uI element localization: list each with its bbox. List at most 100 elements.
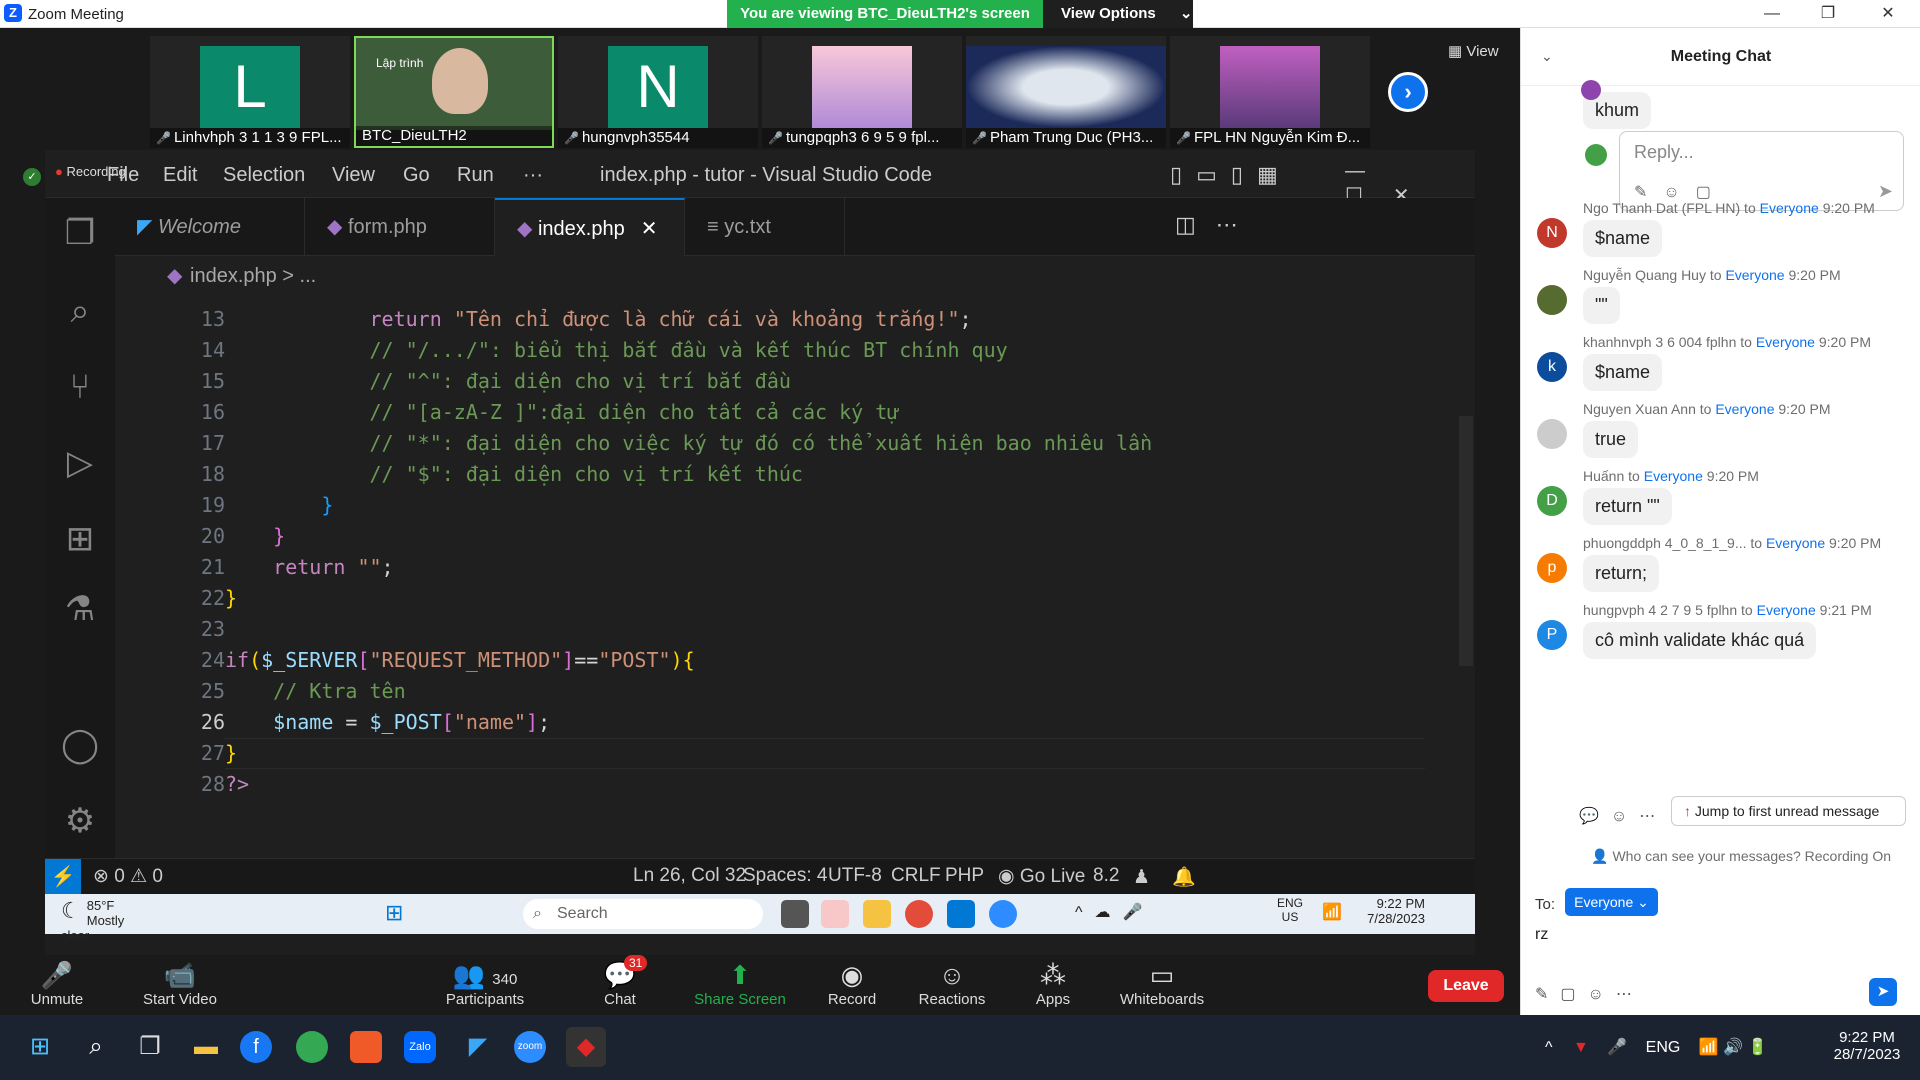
app-icon[interactable] [350, 1031, 382, 1063]
message-actions[interactable]: 💬☺⋯ [1579, 806, 1667, 826]
tab-form-php[interactable]: ◆ form.php [305, 198, 495, 256]
participant-tile[interactable]: N 🎤 hungnvph35544 [558, 36, 758, 148]
avatar[interactable] [1537, 419, 1567, 449]
maximize-button[interactable]: ❐ [1808, 2, 1848, 26]
share-label: Share Screen [694, 991, 786, 1008]
start-video-button[interactable]: 📹 Start Video [130, 959, 230, 1008]
minimap[interactable] [1365, 296, 1475, 376]
zalo-icon[interactable]: Zalo [404, 1031, 436, 1063]
vscode-icon[interactable]: ◤ [458, 1027, 498, 1067]
search-icon[interactable]: ⌕ [53, 284, 107, 338]
reply-input[interactable]: Reply... ✎☺▢ ➤ [1619, 131, 1904, 211]
recipient[interactable]: Everyone [1757, 602, 1816, 618]
php-version[interactable]: 8.2 [1093, 865, 1119, 887]
participant-tile[interactable]: 🎤 FPL HN Nguyễn Kim Đ... [1170, 36, 1370, 148]
avatar[interactable]: D [1537, 486, 1567, 516]
app-icon[interactable] [296, 1031, 328, 1063]
split-editor-icon[interactable]: ◫⋯ [1175, 212, 1258, 238]
privacy-notice[interactable]: 👤 Who can see your messages? Recording On [1521, 841, 1920, 871]
tab-yc-txt[interactable]: ≡ yc.txt [685, 198, 845, 256]
jump-to-unread-button[interactable]: ↑ Jump to first unread message [1671, 796, 1906, 826]
whiteboards-button[interactable]: ▭ Whiteboards [1112, 959, 1212, 1008]
settings-gear-icon[interactable]: ⚙ [53, 794, 107, 848]
menu-selection[interactable]: Selection [223, 164, 305, 187]
code-token: ] [562, 648, 575, 672]
recipient[interactable]: Everyone [1715, 401, 1774, 417]
apps-button[interactable]: ⁂ Apps [1028, 959, 1078, 1008]
recipient[interactable]: Everyone [1644, 468, 1703, 484]
send-button[interactable]: ➤ [1869, 978, 1897, 1006]
minimize-button[interactable]: — [1752, 2, 1792, 26]
line-ending[interactable]: CRLF [891, 865, 941, 887]
avatar[interactable]: p [1537, 553, 1567, 583]
record-button[interactable]: ◉ Record [822, 959, 882, 1008]
participants-button[interactable]: 👥 340 Participants [440, 959, 530, 1008]
participant-tile[interactable]: Lập trình BTC_DieuLTH2 [354, 36, 554, 148]
extensions-icon[interactable]: ⊞ [53, 512, 107, 566]
compose-toolbar-icons[interactable]: ✎▢☺⋯ [1535, 984, 1644, 1004]
cursor-position[interactable]: Ln 26, Col 32 [633, 865, 746, 887]
editor-scrollbar[interactable] [1459, 416, 1473, 666]
menu-view[interactable]: View [332, 164, 375, 187]
recipient[interactable]: Everyone [1766, 535, 1825, 551]
avatar[interactable]: P [1537, 620, 1567, 650]
avatar[interactable] [1537, 285, 1567, 315]
indentation[interactable]: Spaces: 4 [743, 865, 828, 887]
testing-icon[interactable]: ⚗ [53, 582, 107, 636]
participant-tile[interactable]: L 🎤 Linhvhph 3 1 1 3 9 FPL... [150, 36, 350, 148]
reply-toolbar-icons[interactable]: ✎☺▢ [1634, 182, 1727, 202]
unmute-button[interactable]: 🎤 Unmute [22, 959, 92, 1008]
folder-icon[interactable]: ▬ [186, 1027, 226, 1067]
zoom-icon[interactable]: zoom [514, 1031, 546, 1063]
recipient[interactable]: Everyone [1725, 267, 1784, 283]
close-tab-icon[interactable]: ✕ [641, 218, 658, 240]
go-live-button[interactable]: ◉ Go Live [998, 865, 1085, 888]
view-options-button[interactable]: View Options ⌄ [1043, 0, 1193, 28]
breadcrumb[interactable]: ◆ index.php > ... [115, 256, 1475, 296]
code-line: ?> [225, 769, 249, 800]
tab-index-php[interactable]: ◆ index.php ✕ [495, 198, 685, 256]
remote-icon[interactable]: ⚡ [45, 859, 81, 895]
menu-more[interactable]: ··· [523, 164, 543, 187]
system-tray[interactable]: ^ ▼ 🎤 ENG 📶 🔊 🔋 [1545, 1037, 1767, 1057]
close-button[interactable]: ✕ [1868, 2, 1908, 26]
problems-indicator[interactable]: ⊗ 0 ⚠ 0 [93, 865, 163, 888]
layout-icons[interactable]: ▯▭▯▦ [1170, 162, 1292, 188]
menu-edit[interactable]: Edit [163, 164, 197, 187]
tab-welcome[interactable]: ◤ Welcome [115, 198, 305, 256]
record-icon: ◉ [840, 960, 864, 990]
run-debug-icon[interactable]: ▷ [53, 436, 107, 490]
garena-icon[interactable]: ◆ [566, 1027, 606, 1067]
task-view-icon[interactable]: ❐ [130, 1027, 170, 1067]
menu-file[interactable]: File [107, 164, 139, 187]
reactions-button[interactable]: ☺ Reactions [912, 959, 992, 1008]
send-icon[interactable]: ➤ [1878, 181, 1893, 202]
menu-run[interactable]: Run [457, 164, 494, 187]
menu-go[interactable]: Go [403, 164, 430, 187]
facebook-icon[interactable]: f [240, 1031, 272, 1063]
share-screen-button[interactable]: ⬆ Share Screen [690, 959, 790, 1008]
code-editor[interactable]: 13 return "Tên chỉ được là chữ cái và kh… [115, 296, 1475, 858]
participant-tile[interactable]: 🎤 Pham Trung Duc (PH3... [966, 36, 1166, 148]
participant-tile[interactable]: 🎤 tungpqph3 6 9 5 9 fpl... [762, 36, 962, 148]
recipient[interactable]: Everyone [1760, 200, 1819, 216]
language-mode[interactable]: PHP [945, 865, 984, 887]
view-button[interactable]: ▦ View [1448, 42, 1499, 60]
encoding[interactable]: UTF-8 [828, 865, 882, 887]
leave-button[interactable]: Leave [1428, 970, 1504, 1002]
source-control-icon[interactable]: ⑂ [53, 360, 107, 414]
explorer-icon[interactable]: ❐ [53, 206, 107, 260]
recipient-dropdown[interactable]: Everyone ⌄ [1565, 888, 1658, 916]
account-icon[interactable]: ◯ [53, 718, 107, 772]
next-page-icon[interactable]: › [1388, 72, 1428, 112]
avatar[interactable]: N [1537, 218, 1567, 248]
notifications-icon[interactable]: ♟🔔 [1133, 865, 1218, 889]
search-icon[interactable]: ⌕ [76, 1027, 116, 1067]
windows-start-icon[interactable]: ⊞ [20, 1027, 60, 1067]
recipient[interactable]: Everyone [1756, 334, 1815, 350]
message-input[interactable]: rz [1535, 926, 1905, 986]
clock[interactable]: 9:22 PM 28/7/2023 [1822, 1029, 1912, 1063]
collapse-chevron-icon[interactable]: ⌄ [1541, 48, 1553, 65]
message-sender: hungpvph 4 2 7 9 5 fplhn to Everyone 9:2… [1583, 602, 1872, 618]
avatar[interactable]: k [1537, 352, 1567, 382]
